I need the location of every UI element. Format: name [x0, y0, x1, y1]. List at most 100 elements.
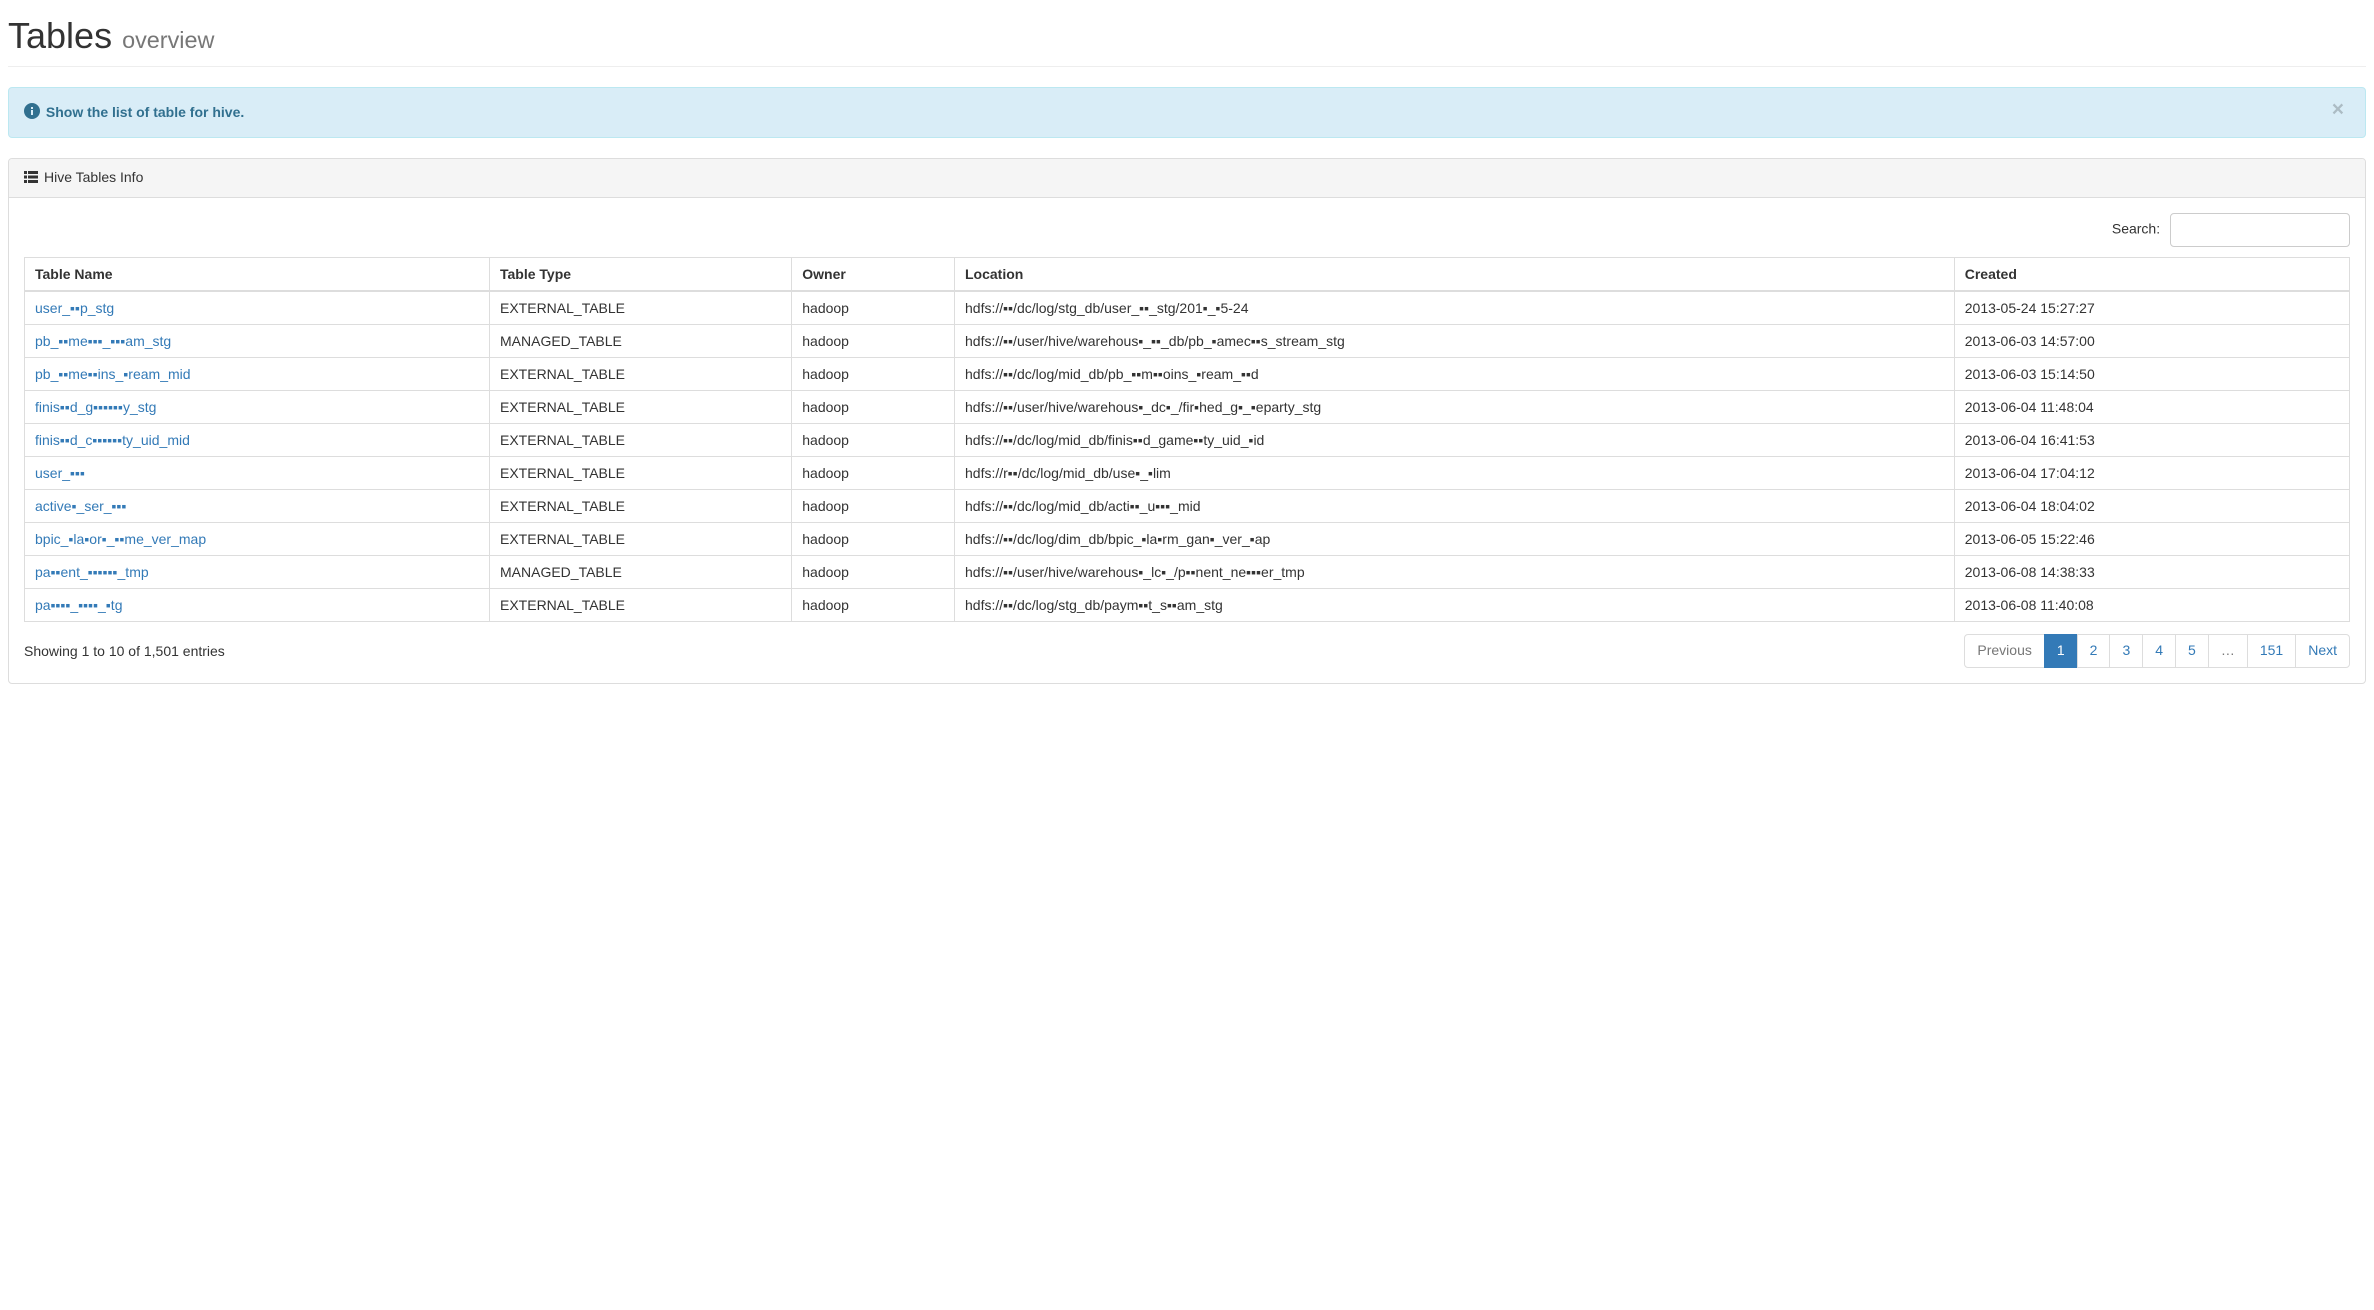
page-header: Tables overview — [8, 15, 2366, 67]
table-row: active▪_ser_▪▪▪EXTERNAL_TABLEhadoophdfs:… — [25, 489, 2350, 522]
page-4[interactable]: 4 — [2142, 634, 2176, 668]
pagination-previous: Previous — [1964, 634, 2044, 668]
cell-owner: hadoop — [792, 357, 955, 390]
page-title: Tables overview — [8, 15, 2366, 57]
table-name-link[interactable]: pa▪▪▪▪_▪▪▪▪_▪tg — [35, 597, 123, 613]
cell-table-name: user_▪▪p_stg — [25, 291, 490, 325]
cell-created: 2013-06-05 15:22:46 — [1954, 522, 2349, 555]
list-icon — [24, 170, 38, 187]
cell-location: hdfs://▪▪/dc/log/mid_db/acti▪▪_u▪▪▪_mid — [955, 489, 1955, 522]
cell-table-type: EXTERNAL_TABLE — [490, 357, 792, 390]
page-1[interactable]: 1 — [2044, 634, 2078, 668]
cell-table-type: EXTERNAL_TABLE — [490, 390, 792, 423]
table-row: finis▪▪d_g▪▪▪▪▪▪y_stg EXTERNAL_TABLEhadoo… — [25, 390, 2350, 423]
cell-table-type: EXTERNAL_TABLE — [490, 456, 792, 489]
cell-table-type: EXTERNAL_TABLE — [490, 588, 792, 621]
alert-close-button[interactable]: × — [2326, 98, 2350, 121]
cell-owner: hadoop — [792, 522, 955, 555]
cell-table-name: pa▪▪▪▪_▪▪▪▪_▪tg — [25, 588, 490, 621]
cell-owner: hadoop — [792, 588, 955, 621]
page-title-text: Tables — [8, 15, 112, 56]
tables-panel: Hive Tables Info Search: Table Name Tabl… — [8, 158, 2366, 684]
cell-table-type: MANAGED_TABLE — [490, 324, 792, 357]
table-name-link[interactable]: active▪_ser_▪▪▪ — [35, 498, 126, 514]
search-label: Search: — [2112, 221, 2160, 237]
cell-created: 2013-06-04 11:48:04 — [1954, 390, 2349, 423]
cell-location: hdfs://▪▪/dc/log/dim_db/bpic_▪la▪rm_gan▪… — [955, 522, 1955, 555]
col-header-owner[interactable]: Owner — [792, 257, 955, 291]
page-subtitle: overview — [122, 27, 214, 53]
cell-table-name: active▪_ser_▪▪▪ — [25, 489, 490, 522]
table-row: finis▪▪d_c▪▪▪▪▪▪ty_uid_mid EXTERNAL_TABLE… — [25, 423, 2350, 456]
cell-table-name: finis▪▪d_g▪▪▪▪▪▪y_stg — [25, 390, 490, 423]
table-name-link[interactable]: pb_▪▪me▪▪▪_▪▪▪am_stg — [35, 333, 171, 349]
pagination-next[interactable]: Next — [2295, 634, 2350, 668]
cell-owner: hadoop — [792, 291, 955, 325]
page-3[interactable]: 3 — [2109, 634, 2143, 668]
table-footer: Showing 1 to 10 of 1,501 entries Previou… — [24, 634, 2350, 668]
info-alert: Show the list of table for hive. × — [8, 87, 2366, 138]
cell-created: 2013-06-04 17:04:12 — [1954, 456, 2349, 489]
panel-body: Search: Table Name Table Type Owner Loca… — [9, 198, 2365, 683]
cell-owner: hadoop — [792, 423, 955, 456]
cell-owner: hadoop — [792, 555, 955, 588]
cell-owner: hadoop — [792, 489, 955, 522]
table-row: pb_▪▪me▪▪ins_▪ream_mid EXTERNAL_TABLEhado… — [25, 357, 2350, 390]
cell-table-name: bpic_▪la▪or▪_▪▪me_ver_map — [25, 522, 490, 555]
cell-created: 2013-06-04 18:04:02 — [1954, 489, 2349, 522]
cell-created: 2013-06-03 14:57:00 — [1954, 324, 2349, 357]
entries-info: Showing 1 to 10 of 1,501 entries — [24, 643, 225, 659]
page-5[interactable]: 5 — [2175, 634, 2209, 668]
cell-created: 2013-06-08 14:38:33 — [1954, 555, 2349, 588]
table-name-link[interactable]: finis▪▪d_c▪▪▪▪▪▪ty_uid_mid — [35, 432, 190, 448]
table-name-link[interactable]: pb_▪▪me▪▪ins_▪ream_mid — [35, 366, 191, 382]
page-151[interactable]: 151 — [2247, 634, 2296, 668]
col-header-name[interactable]: Table Name — [25, 257, 490, 291]
cell-location: hdfs://▪▪/user/hive/warehous▪_lc▪_/p▪▪ne… — [955, 555, 1955, 588]
table-row: pa▪▪ent_▪▪▪▪▪▪_tmp MANAGED_TABLEhadoophdf… — [25, 555, 2350, 588]
table-row: user_▪▪p_stgEXTERNAL_TABLEhadoophdfs://▪… — [25, 291, 2350, 325]
table-name-link[interactable]: pa▪▪ent_▪▪▪▪▪▪_tmp — [35, 564, 149, 580]
cell-created: 2013-06-04 16:41:53 — [1954, 423, 2349, 456]
col-header-created[interactable]: Created — [1954, 257, 2349, 291]
cell-created: 2013-06-08 11:40:08 — [1954, 588, 2349, 621]
cell-table-name: pb_▪▪me▪▪▪_▪▪▪am_stg — [25, 324, 490, 357]
cell-owner: hadoop — [792, 456, 955, 489]
cell-table-name: user_▪▪▪ — [25, 456, 490, 489]
table-name-link[interactable]: user_▪▪p_stg — [35, 300, 114, 316]
pagination-ellipsis: … — [2208, 634, 2248, 668]
table-header-row: Table Name Table Type Owner Location Cre… — [25, 257, 2350, 291]
cell-created: 2013-05-24 15:27:27 — [1954, 291, 2349, 325]
pagination: Previous12345…151Next — [1964, 634, 2350, 668]
panel-title: Hive Tables Info — [44, 169, 143, 185]
cell-table-name: pa▪▪ent_▪▪▪▪▪▪_tmp — [25, 555, 490, 588]
cell-location: hdfs://▪▪/dc/log/stg_db/paym▪▪t_s▪▪am_st… — [955, 588, 1955, 621]
search-wrapper: Search: — [24, 213, 2350, 247]
cell-table-name: finis▪▪d_c▪▪▪▪▪▪ty_uid_mid — [25, 423, 490, 456]
cell-created: 2013-06-03 15:14:50 — [1954, 357, 2349, 390]
cell-owner: hadoop — [792, 390, 955, 423]
cell-location: hdfs://▪▪/user/hive/warehous▪_▪▪_db/pb_▪… — [955, 324, 1955, 357]
cell-location: hdfs://r▪▪/dc/log/mid_db/use▪_▪lim — [955, 456, 1955, 489]
panel-heading: Hive Tables Info — [9, 159, 2365, 198]
table-name-link[interactable]: user_▪▪▪ — [35, 465, 85, 481]
table-row: user_▪▪▪ EXTERNAL_TABLEhadoophdfs://r▪▪/d… — [25, 456, 2350, 489]
cell-table-type: EXTERNAL_TABLE — [490, 522, 792, 555]
page-2[interactable]: 2 — [2077, 634, 2111, 668]
search-input[interactable] — [2170, 213, 2350, 247]
table-row: pa▪▪▪▪_▪▪▪▪_▪tg EXTERNAL_TABLEhadoophdfs:… — [25, 588, 2350, 621]
table-name-link[interactable]: finis▪▪d_g▪▪▪▪▪▪y_stg — [35, 399, 156, 415]
cell-location: hdfs://▪▪/dc/log/mid_db/pb_▪▪m▪▪oins_▪re… — [955, 357, 1955, 390]
cell-table-type: EXTERNAL_TABLE — [490, 423, 792, 456]
cell-table-type: MANAGED_TABLE — [490, 555, 792, 588]
table-row: bpic_▪la▪or▪_▪▪me_ver_mapEXTERNAL_TABLEh… — [25, 522, 2350, 555]
cell-owner: hadoop — [792, 324, 955, 357]
cell-location: hdfs://▪▪/dc/log/mid_db/finis▪▪d_game▪▪t… — [955, 423, 1955, 456]
info-icon — [24, 103, 40, 122]
alert-text: Show the list of table for hive. — [46, 104, 244, 120]
cell-location: hdfs://▪▪/user/hive/warehous▪_dc▪_/fir▪h… — [955, 390, 1955, 423]
table-name-link[interactable]: bpic_▪la▪or▪_▪▪me_ver_map — [35, 531, 206, 547]
col-header-type[interactable]: Table Type — [490, 257, 792, 291]
cell-location: hdfs://▪▪/dc/log/stg_db/user_▪▪_stg/201▪… — [955, 291, 1955, 325]
col-header-location[interactable]: Location — [955, 257, 1955, 291]
